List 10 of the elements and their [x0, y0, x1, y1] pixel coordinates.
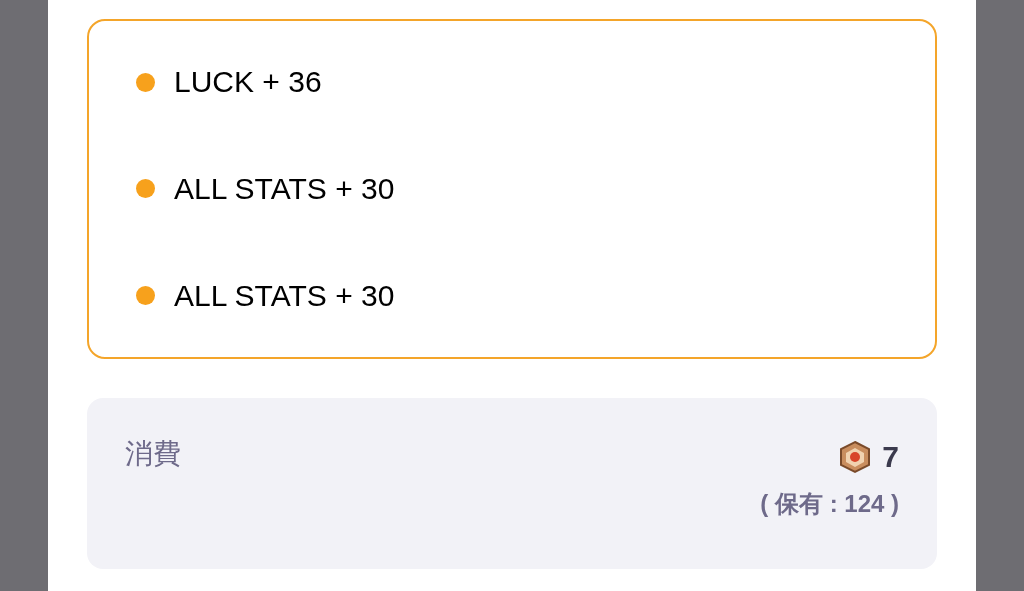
owned-count: ( 保有 : 124 ): [760, 492, 899, 516]
bullet-icon: [136, 72, 155, 92]
cost-label: 消費: [125, 440, 181, 471]
stat-text: ALL STATS + 30: [174, 174, 395, 204]
cost-amount: 7: [882, 442, 899, 472]
gem-icon: [838, 440, 873, 474]
bullet-icon: [136, 179, 155, 199]
stat-text: LUCK + 36: [174, 67, 322, 98]
stat-text: ALL STATS + 30: [174, 280, 395, 311]
bullet-icon: [136, 286, 155, 306]
